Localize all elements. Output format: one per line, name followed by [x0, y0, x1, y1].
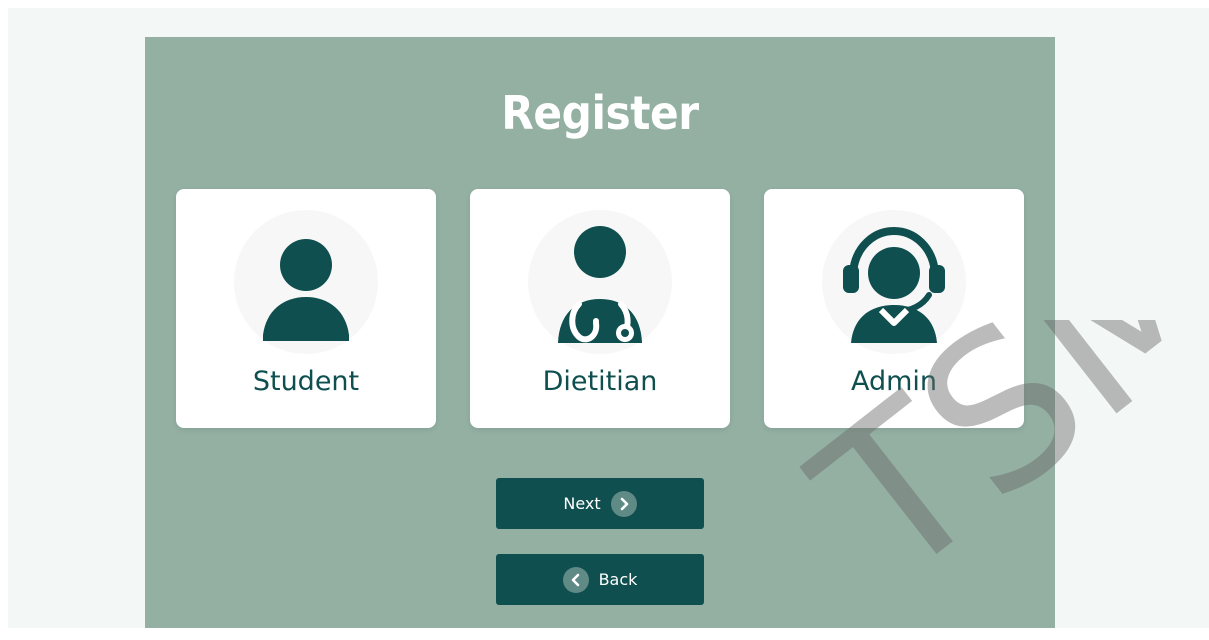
- page-title: Register: [501, 86, 699, 140]
- back-label: Back: [598, 570, 638, 589]
- role-card-dietitian[interactable]: Dietitian: [470, 189, 730, 428]
- role-card-student[interactable]: Student: [176, 189, 436, 428]
- role-card-admin[interactable]: Admin: [764, 189, 1024, 428]
- dietitian-stethoscope-icon: [470, 207, 730, 357]
- chevron-right-icon: [610, 490, 637, 517]
- next-label: Next: [563, 494, 601, 513]
- role-label: Student: [252, 366, 360, 397]
- chevron-left-icon: [562, 566, 589, 593]
- next-button[interactable]: Next: [496, 478, 704, 529]
- role-label: Dietitian: [542, 366, 658, 397]
- student-user-icon: [176, 207, 436, 357]
- role-label: Admin: [850, 366, 938, 397]
- back-button[interactable]: Back: [496, 554, 704, 605]
- admin-headset-icon: [764, 207, 1024, 357]
